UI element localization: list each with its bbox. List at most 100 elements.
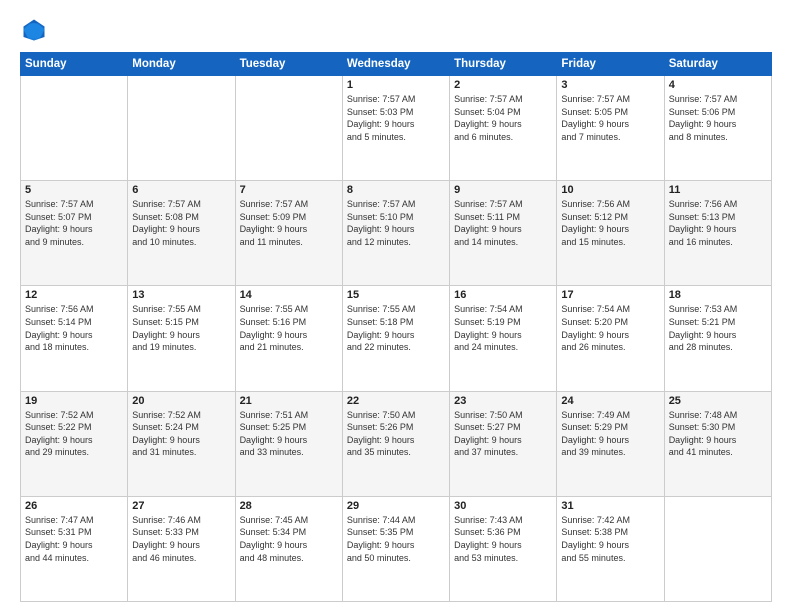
cell-info: Sunrise: 7:57 AM Sunset: 5:04 PM Dayligh… [454,93,552,143]
cell-info: Sunrise: 7:43 AM Sunset: 5:36 PM Dayligh… [454,514,552,564]
calendar-cell: 26 Sunrise: 7:47 AM Sunset: 5:31 PM Dayli… [21,496,128,601]
cell-info: Sunrise: 7:54 AM Sunset: 5:20 PM Dayligh… [561,303,659,353]
logo [20,16,52,44]
day-number: 16 [454,289,552,301]
day-number: 17 [561,289,659,301]
weekday-header-thursday: Thursday [450,53,557,76]
calendar-cell: 25 Sunrise: 7:48 AM Sunset: 5:30 PM Dayli… [664,391,771,496]
day-number: 23 [454,395,552,407]
day-number: 4 [669,79,767,91]
calendar-cell [664,496,771,601]
calendar-cell: 27Sunrise: 7:46 AM Sunset: 5:33 PM Dayli… [128,496,235,601]
day-number: 26 [25,500,123,512]
weekday-header-friday: Friday [557,53,664,76]
weekday-header-saturday: Saturday [664,53,771,76]
cell-info: Sunrise: 7:57 AM Sunset: 5:03 PM Dayligh… [347,93,445,143]
calendar-cell: 5Sunrise: 7:57 AM Sunset: 5:07 PM Daylig… [21,181,128,286]
calendar-cell: 16 Sunrise: 7:54 AM Sunset: 5:19 PM Dayli… [450,286,557,391]
cell-info: Sunrise: 7:45 AM Sunset: 5:34 PM Dayligh… [240,514,338,564]
day-number: 31 [561,500,659,512]
calendar-cell: 12 Sunrise: 7:56 AM Sunset: 5:14 PM Dayli… [21,286,128,391]
calendar-cell: 14 Sunrise: 7:55 AM Sunset: 5:16 PM Dayli… [235,286,342,391]
day-number: 15 [347,289,445,301]
cell-info: Sunrise: 7:44 AM Sunset: 5:35 PM Dayligh… [347,514,445,564]
calendar-cell: 6 Sunrise: 7:57 AM Sunset: 5:08 PM Daylig… [128,181,235,286]
day-number: 13 [132,289,230,301]
calendar-cell: 9Sunrise: 7:57 AM Sunset: 5:11 PM Daylig… [450,181,557,286]
day-number: 29 [347,500,445,512]
day-number: 30 [454,500,552,512]
day-number: 25 [669,395,767,407]
calendar-cell: 4 Sunrise: 7:57 AM Sunset: 5:06 PM Daylig… [664,76,771,181]
calendar-cell: 8 Sunrise: 7:57 AM Sunset: 5:10 PM Daylig… [342,181,449,286]
calendar-cell [235,76,342,181]
cell-info: Sunrise: 7:49 AM Sunset: 5:29 PM Dayligh… [561,409,659,459]
cell-info: Sunrise: 7:47 AM Sunset: 5:31 PM Dayligh… [25,514,123,564]
day-number: 8 [347,184,445,196]
day-number: 22 [347,395,445,407]
calendar-cell: 22 Sunrise: 7:50 AM Sunset: 5:26 PM Dayli… [342,391,449,496]
day-number: 24 [561,395,659,407]
day-number: 28 [240,500,338,512]
calendar-table: SundayMondayTuesdayWednesdayThursdayFrid… [20,52,772,602]
page: SundayMondayTuesdayWednesdayThursdayFrid… [0,0,792,612]
calendar-week-row: 19 Sunrise: 7:52 AM Sunset: 5:22 PM Dayli… [21,391,772,496]
cell-info: Sunrise: 7:56 AM Sunset: 5:13 PM Dayligh… [669,198,767,248]
cell-info: Sunrise: 7:57 AM Sunset: 5:06 PM Dayligh… [669,93,767,143]
cell-info: Sunrise: 7:50 AM Sunset: 5:26 PM Dayligh… [347,409,445,459]
calendar-cell: 19 Sunrise: 7:52 AM Sunset: 5:22 PM Dayli… [21,391,128,496]
cell-info: Sunrise: 7:55 AM Sunset: 5:18 PM Dayligh… [347,303,445,353]
day-number: 18 [669,289,767,301]
calendar-cell: 21Sunrise: 7:51 AM Sunset: 5:25 PM Dayli… [235,391,342,496]
day-number: 11 [669,184,767,196]
calendar-cell: 10Sunrise: 7:56 AM Sunset: 5:12 PM Dayli… [557,181,664,286]
day-number: 21 [240,395,338,407]
day-number: 7 [240,184,338,196]
calendar-week-row: 12 Sunrise: 7:56 AM Sunset: 5:14 PM Dayli… [21,286,772,391]
cell-info: Sunrise: 7:52 AM Sunset: 5:22 PM Dayligh… [25,409,123,459]
day-number: 20 [132,395,230,407]
cell-info: Sunrise: 7:55 AM Sunset: 5:16 PM Dayligh… [240,303,338,353]
day-number: 19 [25,395,123,407]
calendar-cell [128,76,235,181]
calendar-cell: 2 Sunrise: 7:57 AM Sunset: 5:04 PM Daylig… [450,76,557,181]
day-number: 6 [132,184,230,196]
day-number: 3 [561,79,659,91]
cell-info: Sunrise: 7:42 AM Sunset: 5:38 PM Dayligh… [561,514,659,564]
cell-info: Sunrise: 7:54 AM Sunset: 5:19 PM Dayligh… [454,303,552,353]
calendar-cell: 28 Sunrise: 7:45 AM Sunset: 5:34 PM Dayli… [235,496,342,601]
calendar-cell: 15 Sunrise: 7:55 AM Sunset: 5:18 PM Dayli… [342,286,449,391]
day-number: 9 [454,184,552,196]
calendar-cell: 23 Sunrise: 7:50 AM Sunset: 5:27 PM Dayli… [450,391,557,496]
day-number: 2 [454,79,552,91]
calendar-cell: 11 Sunrise: 7:56 AM Sunset: 5:13 PM Dayli… [664,181,771,286]
calendar-cell: 31 Sunrise: 7:42 AM Sunset: 5:38 PM Dayli… [557,496,664,601]
cell-info: Sunrise: 7:48 AM Sunset: 5:30 PM Dayligh… [669,409,767,459]
cell-info: Sunrise: 7:53 AM Sunset: 5:21 PM Dayligh… [669,303,767,353]
cell-info: Sunrise: 7:52 AM Sunset: 5:24 PM Dayligh… [132,409,230,459]
cell-info: Sunrise: 7:57 AM Sunset: 5:09 PM Dayligh… [240,198,338,248]
day-number: 12 [25,289,123,301]
day-number: 10 [561,184,659,196]
cell-info: Sunrise: 7:57 AM Sunset: 5:05 PM Dayligh… [561,93,659,143]
day-number: 27 [132,500,230,512]
calendar-cell: 30 Sunrise: 7:43 AM Sunset: 5:36 PM Dayli… [450,496,557,601]
weekday-header-wednesday: Wednesday [342,53,449,76]
cell-info: Sunrise: 7:50 AM Sunset: 5:27 PM Dayligh… [454,409,552,459]
cell-info: Sunrise: 7:55 AM Sunset: 5:15 PM Dayligh… [132,303,230,353]
cell-info: Sunrise: 7:56 AM Sunset: 5:14 PM Dayligh… [25,303,123,353]
weekday-header-sunday: Sunday [21,53,128,76]
cell-info: Sunrise: 7:57 AM Sunset: 5:10 PM Dayligh… [347,198,445,248]
calendar-cell: 17 Sunrise: 7:54 AM Sunset: 5:20 PM Dayli… [557,286,664,391]
day-number: 5 [25,184,123,196]
calendar-cell: 7 Sunrise: 7:57 AM Sunset: 5:09 PM Daylig… [235,181,342,286]
calendar-cell: 29 Sunrise: 7:44 AM Sunset: 5:35 PM Dayli… [342,496,449,601]
calendar-cell: 3 Sunrise: 7:57 AM Sunset: 5:05 PM Daylig… [557,76,664,181]
calendar-week-row: 5Sunrise: 7:57 AM Sunset: 5:07 PM Daylig… [21,181,772,286]
calendar-week-row: 1Sunrise: 7:57 AM Sunset: 5:03 PM Daylig… [21,76,772,181]
day-number: 14 [240,289,338,301]
calendar-cell [21,76,128,181]
header [20,16,772,44]
cell-info: Sunrise: 7:57 AM Sunset: 5:08 PM Dayligh… [132,198,230,248]
logo-icon [20,16,48,44]
